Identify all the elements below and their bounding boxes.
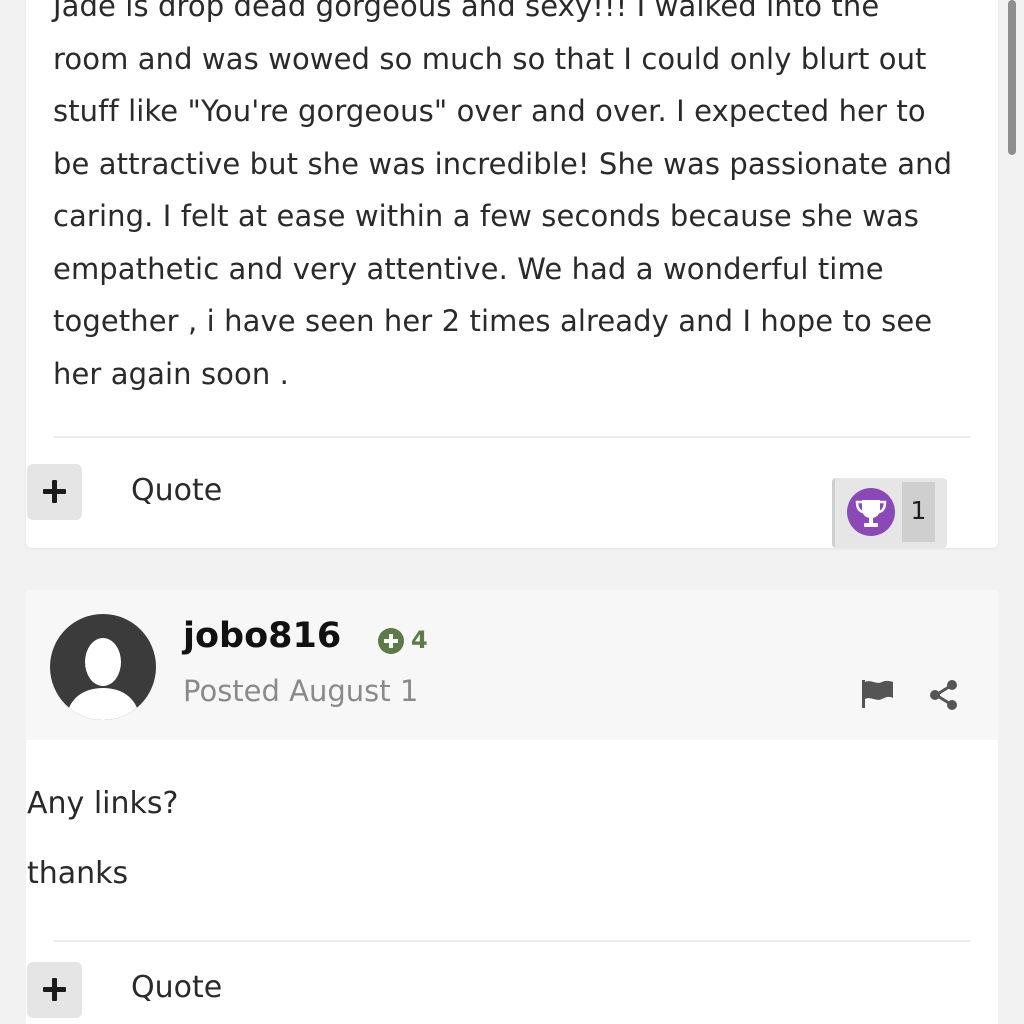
reaction-count: 1 xyxy=(910,496,927,525)
post-body-line: stuff like "You're gorgeous" over and ov… xyxy=(53,94,926,128)
post-header: jobo816 4 Posted August 1 xyxy=(26,590,998,740)
multiquote-button[interactable] xyxy=(27,464,82,520)
author-name[interactable]: jobo816 xyxy=(183,616,341,656)
post-body-line: Jade is drop dead gorgeous and sexy!!! I… xyxy=(53,0,880,23)
scrollbar-thumb[interactable] xyxy=(1008,0,1016,155)
scrollbar[interactable] xyxy=(1008,0,1016,1024)
post-body-line: together , i have seen her 2 times alrea… xyxy=(53,304,933,338)
post-body-line: empathetic and very attentive. We had a … xyxy=(53,251,884,286)
flag-icon[interactable] xyxy=(860,678,896,710)
reaction-count-box: 1 xyxy=(902,482,935,542)
reaction-button[interactable]: 1 xyxy=(832,478,947,548)
post-date[interactable]: Posted August 1 xyxy=(183,674,418,708)
user-silhouette-icon xyxy=(66,638,140,720)
post-body: Jade is drop dead gorgeous and sexy!!! I… xyxy=(53,0,973,400)
reputation-value: 4 xyxy=(411,626,428,654)
avatar[interactable] xyxy=(50,614,156,720)
post-divider xyxy=(53,940,971,942)
trophy-icon xyxy=(847,488,895,536)
plus-icon xyxy=(52,978,57,1001)
post-body-line: her again soon . xyxy=(53,356,289,391)
plus-icon xyxy=(52,480,57,503)
quote-button[interactable]: Quote xyxy=(131,473,222,508)
post-divider xyxy=(53,436,971,438)
post-body-line: caring. I felt at ease within a few seco… xyxy=(53,199,920,233)
post-body-line: thanks xyxy=(27,856,129,891)
quote-button[interactable]: Quote xyxy=(131,970,222,1005)
post-card: Jade is drop dead gorgeous and sexy!!! I… xyxy=(26,0,998,548)
share-icon[interactable] xyxy=(928,678,960,712)
post-body-line: Any links? xyxy=(27,786,179,821)
plus-circle-icon xyxy=(378,628,404,654)
forum-page: Jade is drop dead gorgeous and sexy!!! I… xyxy=(0,0,1024,1024)
post-body-line: be attractive but she was incredible! Sh… xyxy=(53,146,953,181)
post-body-line: room and was wowed so much so that I cou… xyxy=(53,41,927,76)
multiquote-button[interactable] xyxy=(27,962,82,1018)
